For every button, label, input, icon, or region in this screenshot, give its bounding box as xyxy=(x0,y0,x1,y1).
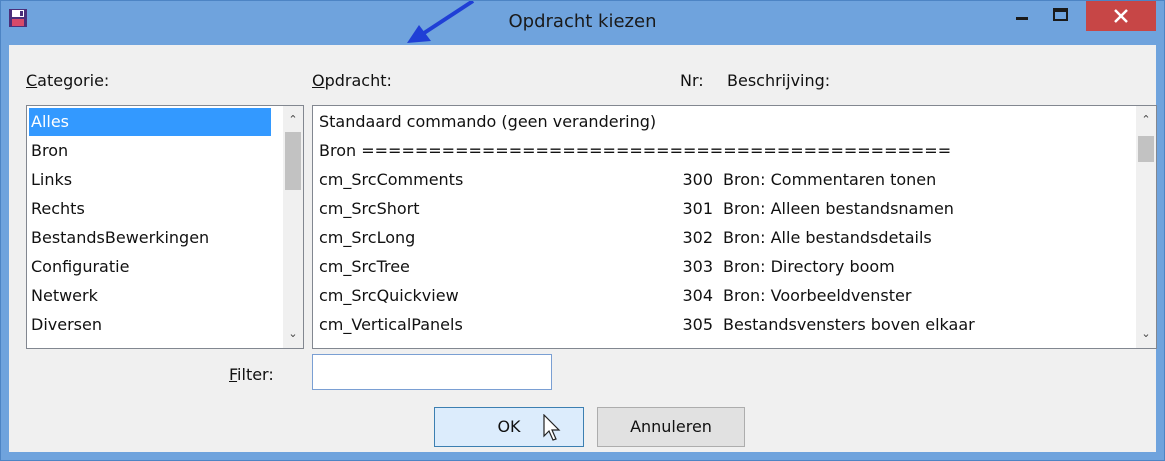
category-item[interactable]: Configuratie xyxy=(31,253,129,281)
command-row[interactable]: Bron ===================================… xyxy=(313,137,1133,165)
command-description: Bron: Commentaren tonen xyxy=(723,170,937,189)
command-row[interactable]: cm_SrcTree 303 Bron: Directory boom xyxy=(313,253,1133,281)
scroll-up-icon[interactable]: ⌃ xyxy=(1136,110,1156,130)
ok-button[interactable]: OK xyxy=(434,407,584,447)
category-label: Categorie: xyxy=(26,71,110,90)
category-item[interactable]: Alles xyxy=(29,108,271,136)
command-listbox[interactable]: ⌃ ⌄ Standaard commando (geen verandering… xyxy=(312,105,1157,349)
command-description: Bron: Voorbeeldvenster xyxy=(723,286,912,305)
category-item[interactable]: Diversen xyxy=(31,311,102,339)
close-icon xyxy=(1114,9,1128,23)
command-name: cm_SrcTree xyxy=(319,257,410,276)
command-number: 300 xyxy=(682,170,713,189)
scroll-down-icon[interactable]: ⌄ xyxy=(1136,324,1156,344)
category-item[interactable]: Bron xyxy=(31,137,68,165)
category-item[interactable]: BestandsBewerkingen xyxy=(31,224,209,252)
command-number: 304 xyxy=(682,286,713,305)
scroll-up-icon[interactable]: ⌃ xyxy=(283,110,303,130)
command-description: Bestandsvensters boven elkaar xyxy=(723,315,975,334)
filter-input[interactable] xyxy=(312,354,552,390)
scrollbar-thumb[interactable] xyxy=(1138,136,1154,162)
command-label: Opdracht: xyxy=(312,71,392,90)
command-row[interactable]: cm_SrcComments 300 Bron: Commentaren tonen xyxy=(313,166,1133,194)
title-bar[interactable]: Opdracht kiezen xyxy=(1,1,1164,45)
description-label: Beschrijving: xyxy=(727,71,831,90)
command-scrollbar[interactable]: ⌃ ⌄ xyxy=(1136,106,1156,348)
scrollbar-thumb[interactable] xyxy=(285,132,301,190)
dialog-client-area: Categorie: Opdracht: Nr: Beschrijving: ⌃… xyxy=(9,45,1157,452)
window-title: Opdracht kiezen xyxy=(508,11,657,32)
category-listbox[interactable]: ⌃ ⌄ Alles Bron Links Rechts BestandsBewerkin… xyxy=(26,105,304,349)
command-name: cm_SrcComments xyxy=(319,170,464,189)
filter-label: Filter: xyxy=(229,365,274,384)
command-name: cm_SrcLong xyxy=(319,228,416,247)
command-row[interactable]: cm_SrcQuickview 304 Bron: Voorbeeldvenster xyxy=(313,282,1133,310)
command-description: Bron: Alleen bestandsnamen xyxy=(723,199,954,218)
minimize-button[interactable] xyxy=(1006,1,1038,31)
command-name: cm_VerticalPanels xyxy=(319,315,463,334)
category-scrollbar[interactable]: ⌃ ⌄ xyxy=(283,106,303,348)
command-name: cm_SrcQuickview xyxy=(319,286,459,305)
command-row[interactable]: cm_SrcLong 302 Bron: Alle bestandsdetails xyxy=(313,224,1133,252)
command-row[interactable]: Standaard commando (geen verandering) xyxy=(313,108,1133,136)
category-item[interactable]: Netwerk xyxy=(31,282,98,310)
dialog-window: Opdracht kiezen Categorie: Opdracht: Nr:… xyxy=(0,0,1165,461)
command-number: 301 xyxy=(682,199,713,218)
command-row[interactable]: cm_SrcShort 301 Bron: Alleen bestandsnamen xyxy=(313,195,1133,223)
category-item[interactable]: Links xyxy=(31,166,72,194)
command-name: Standaard commando (geen verandering) xyxy=(319,112,657,131)
command-name: cm_SrcShort xyxy=(319,199,420,218)
command-description: Bron: Alle bestandsdetails xyxy=(723,228,932,247)
command-description: Bron: Directory boom xyxy=(723,257,895,276)
category-item[interactable]: Rechts xyxy=(31,195,85,223)
maximize-button[interactable] xyxy=(1041,1,1079,31)
mouse-cursor-icon xyxy=(543,414,561,441)
command-number: 305 xyxy=(682,315,713,334)
close-button[interactable] xyxy=(1086,1,1156,31)
cancel-button[interactable]: Annuleren xyxy=(597,407,745,447)
nr-label: Nr: xyxy=(680,71,704,90)
command-number: 302 xyxy=(682,228,713,247)
command-name: Bron ===================================… xyxy=(319,141,952,160)
command-number: 303 xyxy=(682,257,713,276)
command-row[interactable]: cm_VerticalPanels 305 Bestandsvensters bov… xyxy=(313,311,1133,339)
scroll-down-icon[interactable]: ⌄ xyxy=(283,324,303,344)
